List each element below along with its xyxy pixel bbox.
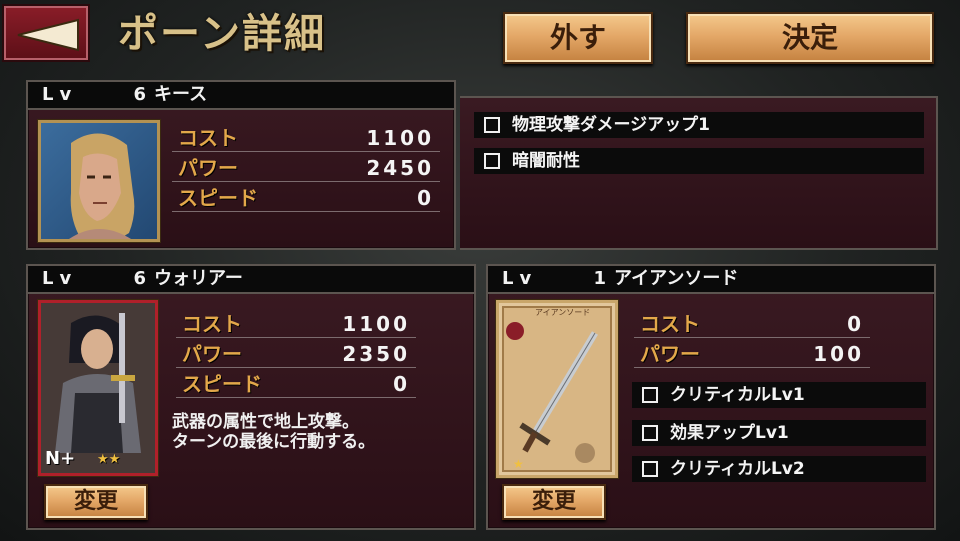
- weapon-ability-item: 効果アップLv1: [632, 420, 926, 446]
- back-arrow-icon: [17, 18, 79, 52]
- stat-row-speed: スピード 0: [172, 184, 440, 212]
- pawn-header: Lv 6 キース: [28, 82, 454, 110]
- weapon-name: アイアンソード: [614, 268, 739, 289]
- weapon-ability-item: クリティカルLv2: [632, 456, 926, 482]
- checkbox-icon: [642, 387, 658, 403]
- checkbox-icon: [642, 461, 658, 477]
- checkbox-icon: [484, 153, 500, 169]
- unequip-button[interactable]: 外す: [503, 12, 653, 64]
- pawn-portrait: [38, 120, 160, 242]
- stat-row-speed: スピード 0: [176, 370, 416, 398]
- description-line: ターンの最後に行動する。: [172, 432, 376, 452]
- description-line: 武器の属性で地上攻撃。: [172, 412, 359, 432]
- weapon-level: 1: [593, 268, 606, 289]
- checkbox-icon: [484, 117, 500, 133]
- checkbox-icon: [642, 425, 658, 441]
- card-rank: N+: [45, 448, 76, 469]
- confirm-button[interactable]: 決定: [686, 12, 934, 64]
- weapon-change-button[interactable]: 変更: [502, 484, 606, 520]
- stat-row-cost: コスト 1100: [172, 124, 440, 152]
- sword-image: [499, 303, 615, 475]
- job-name: ウォリアー: [154, 268, 243, 289]
- level-label: Lv: [42, 268, 78, 289]
- weapon-panel: Lv 1 アイアンソード アイアンソード ★ 変更 コスト 0 パワー 100 …: [486, 264, 936, 530]
- page-title: ポーン詳細: [118, 11, 326, 57]
- level-label: Lv: [42, 84, 78, 105]
- stat-row-power: パワー 2350: [176, 340, 416, 368]
- stat-row-power: パワー 2450: [172, 154, 440, 182]
- stat-row-cost: コスト 1100: [176, 310, 416, 338]
- stat-row-power: パワー 100: [634, 340, 870, 368]
- job-description: 武器の属性で地上攻撃。 ターンの最後に行動する。: [172, 412, 462, 452]
- card-stars: ★★: [97, 452, 121, 467]
- job-header: Lv 6 ウォリアー: [28, 266, 474, 294]
- job-change-button[interactable]: 変更: [44, 484, 148, 520]
- pawn-ability-item: 物理攻撃ダメージアップ1: [474, 112, 924, 138]
- pawn-ability-item: 暗闇耐性: [474, 148, 924, 174]
- pawn-level: 6: [133, 84, 146, 105]
- level-label: Lv: [502, 268, 538, 289]
- card-star: ★: [513, 457, 524, 471]
- back-button[interactable]: [2, 4, 90, 62]
- job-card[interactable]: N+ ★★: [38, 300, 158, 476]
- weapon-ability-item: クリティカルLv1: [632, 382, 926, 408]
- job-panel: Lv 6 ウォリアー N+ ★★ 変更 コスト 1100 パワー 2350 スピ…: [26, 264, 476, 530]
- pawn-face-image: [41, 123, 157, 239]
- pawn-panel: Lv 6 キース コスト 1100 パワー 2450 スピード 0: [26, 80, 456, 250]
- job-level: 6: [133, 268, 146, 289]
- card-caption: アイアンソード: [535, 308, 591, 317]
- weapon-card[interactable]: アイアンソード ★: [496, 300, 618, 478]
- stat-row-cost: コスト 0: [634, 310, 870, 338]
- pawn-name: キース: [154, 84, 208, 105]
- pawn-abilities-panel: 物理攻撃ダメージアップ1 暗闇耐性: [460, 96, 938, 250]
- weapon-header: Lv 1 アイアンソード: [488, 266, 934, 294]
